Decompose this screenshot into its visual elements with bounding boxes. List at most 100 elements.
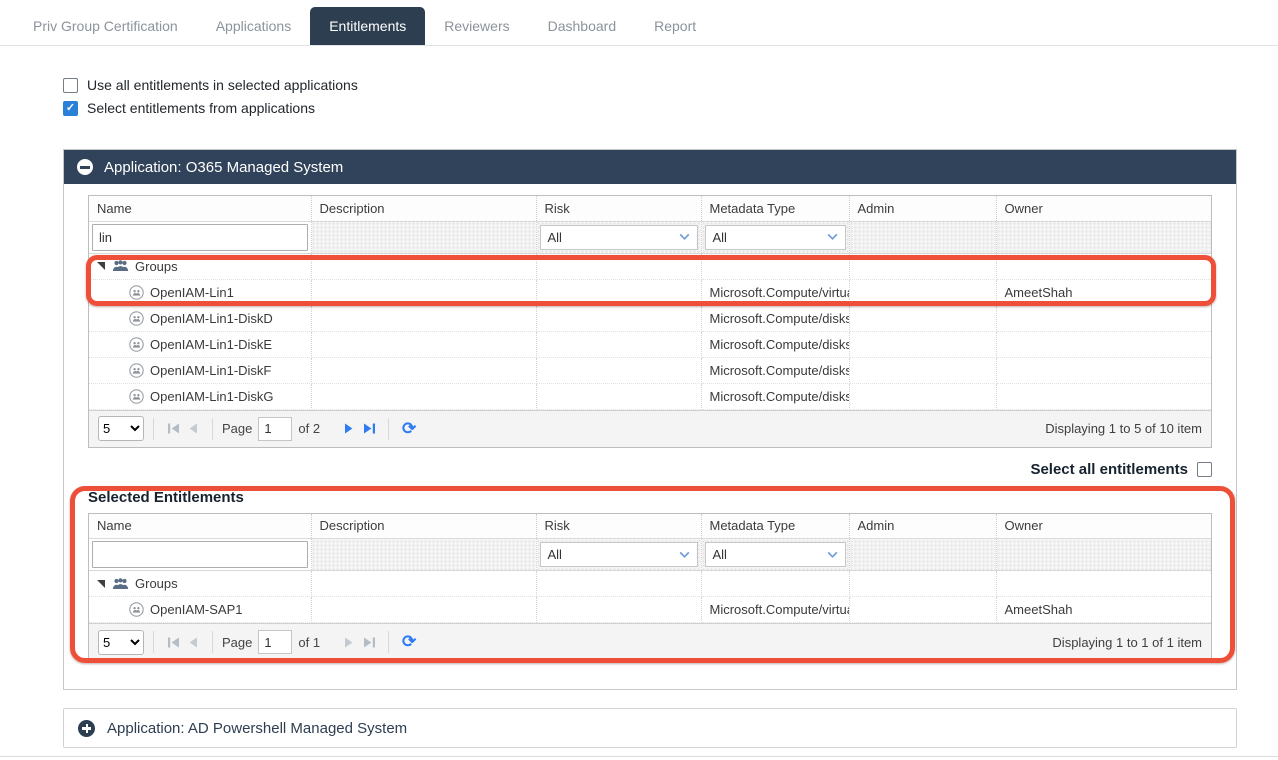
column-header-risk[interactable]: Risk (536, 513, 702, 539)
tab-dashboard[interactable]: Dashboard (529, 7, 636, 45)
next-page-button[interactable] (339, 419, 359, 439)
row-owner (996, 305, 1211, 332)
groups-icon (112, 260, 129, 271)
row-metadata-type: Microsoft.Compute/disks (701, 383, 850, 410)
column-header-description[interactable]: Description (311, 196, 537, 222)
page-size-select[interactable]: 5 (98, 416, 144, 441)
table-row[interactable]: OpenIAM-Lin1 Microsoft.Compute/virtualMa… (89, 279, 1211, 306)
select-all-checkbox[interactable] (1197, 461, 1212, 477)
admin-filter-disabled (849, 221, 997, 254)
displaying-status: Displaying 1 to 1 of 1 item (1052, 634, 1202, 650)
page-of-label: of 2 (298, 421, 321, 436)
tree-group-label: Groups (135, 258, 178, 274)
risk-filter-value: All (547, 547, 562, 562)
selected-entitlements-grid: Name Description Risk Metadata Type Admi… (88, 512, 1212, 661)
tree-collapse-icon[interactable] (97, 262, 105, 270)
tree-collapse-icon[interactable] (97, 579, 105, 588)
column-header-admin[interactable]: Admin (849, 196, 997, 222)
entitlement-icon (129, 362, 144, 378)
tree-group-label: Groups (135, 576, 178, 591)
table-row[interactable]: OpenIAM-SAP1 Microsoft.Compute/virtualMa… (89, 596, 1211, 623)
admin-filter-disabled (849, 538, 997, 571)
row-owner (996, 357, 1211, 384)
expand-icon[interactable] (78, 719, 95, 737)
entitlement-icon (129, 388, 144, 404)
tab-entitlements[interactable]: Entitlements (310, 7, 426, 45)
entitlement-options: Use all entitlements in selected applica… (63, 77, 1278, 116)
last-page-button[interactable] (359, 632, 379, 652)
column-header-owner[interactable]: Owner (996, 196, 1211, 222)
metadata-type-filter-value: All (712, 229, 727, 245)
collapse-icon[interactable] (77, 159, 93, 175)
row-metadata-type: Microsoft.Compute/virtualMachi (701, 596, 850, 623)
bottom-divider (0, 756, 1278, 757)
tree-group-row[interactable]: Groups (89, 570, 1211, 597)
risk-filter-value: All (547, 229, 562, 245)
application-panel-o365-body: Name Description Risk Metadata Type Admi… (64, 184, 1236, 689)
risk-filter-select[interactable]: All (539, 224, 698, 250)
column-header-admin[interactable]: Admin (849, 513, 997, 539)
next-page-button[interactable] (339, 632, 359, 652)
application-panel-o365: Application: O365 Managed System Name De… (63, 149, 1237, 690)
tree-group-row[interactable]: Groups (89, 253, 1211, 280)
table-row[interactable]: OpenIAM-Lin1-DiskF Microsoft.Compute/dis… (89, 357, 1211, 384)
prev-page-button[interactable] (183, 632, 203, 652)
metadata-type-filter-value: All (712, 547, 727, 562)
use-all-entitlements-row: Use all entitlements in selected applica… (63, 77, 1278, 93)
name-filter-input[interactable] (92, 223, 308, 251)
chevron-down-icon (827, 233, 837, 241)
page-number-input[interactable] (258, 630, 293, 654)
grid-header-row: Name Description Risk Metadata Type Admi… (89, 513, 1211, 539)
column-header-metadata-type[interactable]: Metadata Type (701, 513, 850, 539)
last-page-button[interactable] (359, 419, 379, 439)
grid-filter-row: All All (89, 538, 1211, 571)
selected-entitlements-title: Selected Entitlements (88, 488, 244, 506)
tab-report[interactable]: Report (635, 7, 715, 45)
row-owner: AmeetShah (996, 279, 1211, 306)
column-header-name[interactable]: Name (89, 196, 312, 222)
chevron-down-icon (827, 551, 837, 558)
select-entitlements-row: ✓ Select entitlements from applications (63, 100, 1278, 116)
first-page-button[interactable] (163, 419, 183, 439)
first-page-button[interactable] (163, 632, 183, 652)
application-panel-ad-powershell[interactable]: Application: AD Powershell Managed Syste… (63, 708, 1237, 748)
column-header-name[interactable]: Name (89, 513, 312, 539)
chevron-down-icon (679, 233, 689, 241)
table-row[interactable]: OpenIAM-Lin1-DiskG Microsoft.Compute/dis… (89, 383, 1211, 410)
prev-page-button[interactable] (183, 419, 203, 439)
tab-priv-group-certification[interactable]: Priv Group Certification (14, 7, 197, 45)
tab-applications[interactable]: Applications (197, 7, 311, 45)
owner-filter-disabled (996, 538, 1211, 571)
row-metadata-type: Microsoft.Compute/disks (701, 305, 850, 332)
row-name: OpenIAM-Lin1-DiskF (150, 362, 272, 378)
row-owner: AmeetShah (996, 596, 1211, 623)
name-filter-input[interactable] (92, 541, 308, 568)
application-panel-o365-header[interactable]: Application: O365 Managed System (64, 150, 1236, 184)
refresh-icon[interactable]: ⟳ (398, 631, 420, 653)
risk-filter-select[interactable]: All (539, 542, 698, 567)
column-header-risk[interactable]: Risk (536, 196, 702, 222)
use-all-entitlements-checkbox[interactable] (63, 77, 78, 93)
row-metadata-type: Microsoft.Compute/disks (701, 331, 850, 358)
column-header-description[interactable]: Description (311, 513, 537, 539)
column-header-metadata-type[interactable]: Metadata Type (701, 196, 850, 222)
metadata-type-filter-select[interactable]: All (704, 542, 846, 567)
page-label: Page (222, 421, 253, 436)
column-header-owner[interactable]: Owner (996, 513, 1211, 539)
tab-reviewers[interactable]: Reviewers (425, 7, 528, 45)
row-metadata-type: Microsoft.Compute/disks (701, 357, 850, 384)
tab-bar: Priv Group Certification Applications En… (0, 0, 1278, 46)
row-name: OpenIAM-Lin1-DiskD (150, 310, 273, 326)
metadata-type-filter-select[interactable]: All (704, 224, 846, 250)
page-size-select[interactable]: 5 (98, 629, 144, 655)
page-number-input[interactable] (258, 416, 293, 441)
select-entitlements-checkbox[interactable]: ✓ (63, 100, 78, 116)
refresh-icon[interactable]: ⟳ (398, 418, 420, 440)
row-name: OpenIAM-SAP1 (150, 602, 243, 617)
row-metadata-type: Microsoft.Compute/virtualMachi (701, 279, 850, 306)
entitlement-icon (129, 310, 144, 326)
row-name: OpenIAM-Lin1-DiskE (150, 336, 273, 352)
grid-pager: 5 Page of 2 ⟳ Displaying 1 to 5 of 10 it… (89, 409, 1211, 447)
table-row[interactable]: OpenIAM-Lin1-DiskD Microsoft.Compute/dis… (89, 305, 1211, 332)
table-row[interactable]: OpenIAM-Lin1-DiskE Microsoft.Compute/dis… (89, 331, 1211, 358)
